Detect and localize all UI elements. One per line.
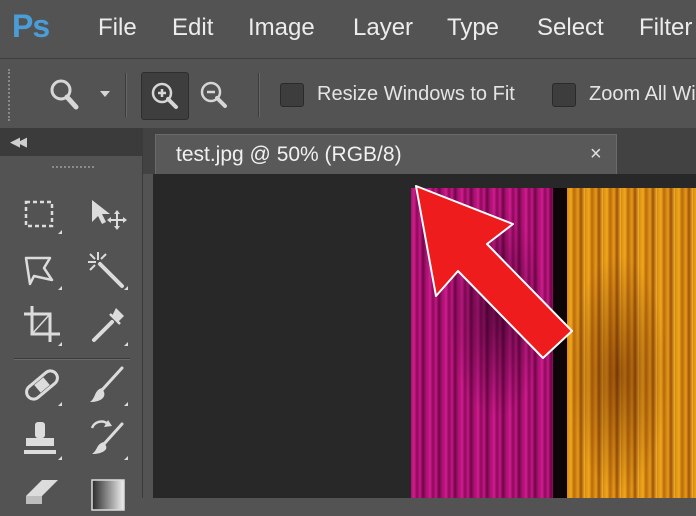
tools-panel: ◀◀ [0,128,143,511]
crop-icon[interactable] [20,304,64,348]
menu-filter[interactable]: Filter [639,14,692,42]
dropdown-arrow-icon[interactable] [98,89,112,99]
document-tab[interactable]: test.jpg @ 50% (RGB/8) × [155,134,617,175]
options-separator [125,73,127,117]
tools-panel-header: ◀◀ [0,128,142,156]
history-brush-icon[interactable] [86,418,130,462]
menu-layer[interactable]: Layer [353,14,413,42]
brush-icon[interactable] [86,364,130,408]
zoom-all-windows-checkbox[interactable] [552,83,576,107]
menu-type[interactable]: Type [447,14,499,42]
tools-separator [14,358,130,360]
photoshop-logo: Ps [12,8,50,44]
options-separator [258,73,260,117]
zoom-out-icon[interactable] [196,77,232,113]
document-image-dark-gap [553,188,567,498]
magic-wand-icon[interactable] [86,250,130,294]
resize-windows-label: Resize Windows to Fit [317,83,515,105]
document-image-magenta-wood [411,188,553,498]
resize-windows-checkbox[interactable] [280,83,304,107]
options-bar: Resize Windows to Fit Zoom All Wi [0,58,696,129]
document-tab-bar: test.jpg @ 50% (RGB/8) × [143,128,696,175]
eraser-icon[interactable] [20,472,64,516]
eyedropper-icon[interactable] [86,304,130,348]
lasso-icon[interactable] [20,250,64,294]
collapse-panel-icon[interactable]: ◀◀ [10,134,27,150]
menu-bar: Ps File Edit Image Layer Type Select Fil… [0,0,696,58]
tools-panel-grip[interactable] [52,166,94,174]
zoom-in-icon [151,82,178,109]
rectangular-marquee-icon[interactable] [20,194,64,238]
menu-select[interactable]: Select [537,14,604,42]
zoom-all-windows-label: Zoom All Wi [589,83,696,105]
gradient-icon[interactable] [86,472,130,516]
menu-image[interactable]: Image [248,14,315,42]
move-tool-icon[interactable] [86,194,130,238]
close-icon[interactable]: × [590,143,602,166]
document-image-orange-wood [567,188,696,498]
healing-brush-icon[interactable] [20,364,64,408]
clone-stamp-icon[interactable] [20,418,64,462]
options-bar-grip[interactable] [8,69,12,121]
zoom-in-button[interactable] [141,72,189,120]
document-tab-title: test.jpg @ 50% (RGB/8) [176,143,402,166]
menu-file[interactable]: File [98,14,137,42]
menu-edit[interactable]: Edit [172,14,213,42]
zoom-tool-icon[interactable] [44,75,84,115]
